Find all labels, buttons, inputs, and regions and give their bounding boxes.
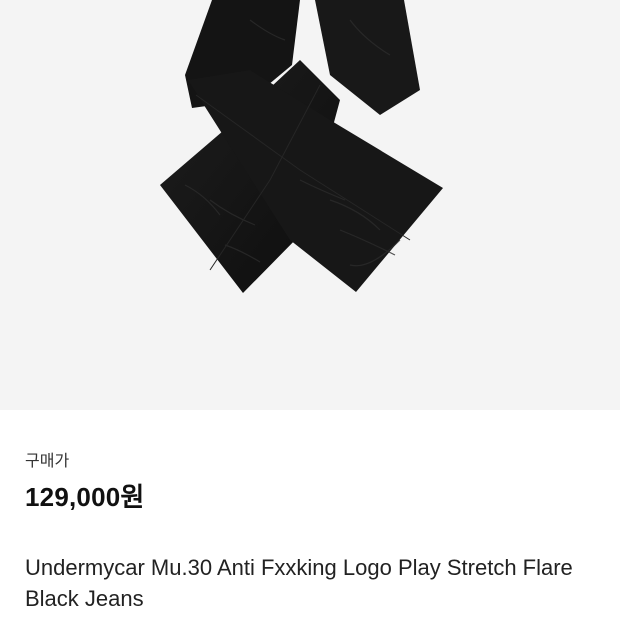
price-value: 129,000원 bbox=[25, 482, 145, 512]
product-title: Undermycar Mu.30 Anti Fxxking Logo Play … bbox=[25, 555, 573, 611]
product-image[interactable] bbox=[0, 0, 620, 410]
product-page: 구매가 129,000원 Undermycar Mu.30 Anti Fxxki… bbox=[0, 0, 620, 620]
jeans-photo bbox=[160, 0, 443, 293]
price-label: 구매가 bbox=[25, 453, 70, 470]
